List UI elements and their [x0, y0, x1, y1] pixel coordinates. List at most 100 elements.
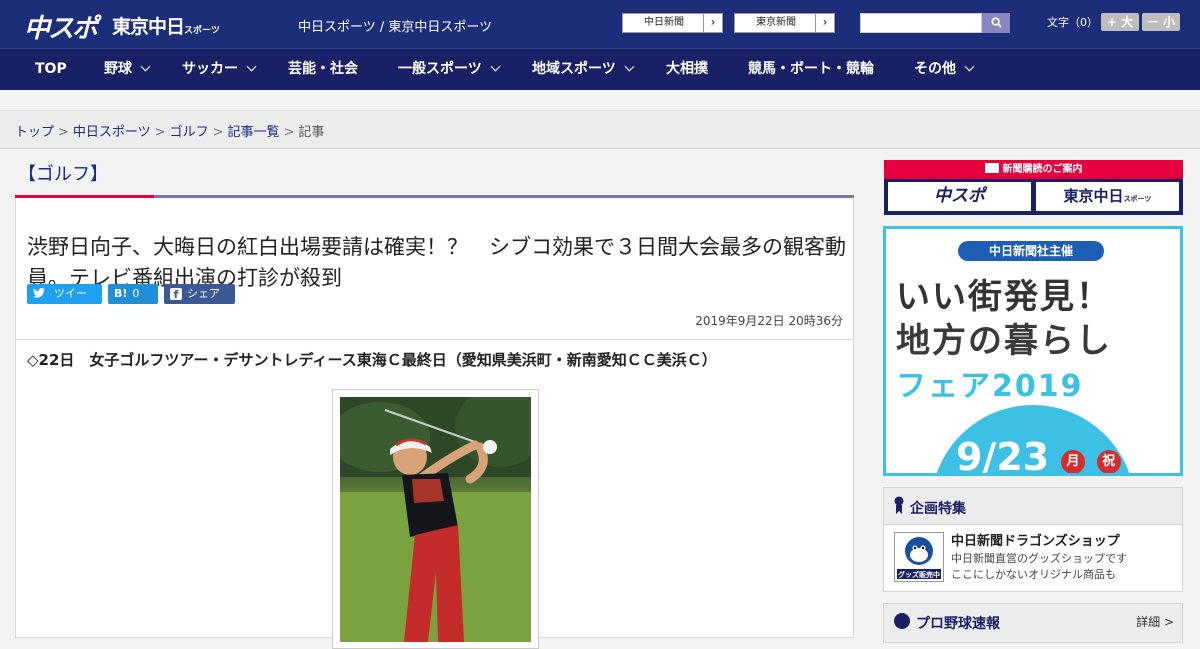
nav-item-label: 芸能・社会 — [288, 61, 358, 77]
baseball-live-title: プロ野球速報 — [916, 616, 1000, 632]
chevron-down-icon — [624, 61, 635, 72]
shop-thumb-text: グッズ販売中 — [898, 571, 940, 579]
nav-item-sumo[interactable]: 大相撲 — [666, 49, 708, 91]
fair-organizer-tag: 中日新聞社主催 — [958, 241, 1104, 261]
nav-item-label: サッカー — [182, 61, 238, 77]
main-nav: TOP 野球 サッカー 芸能・社会 一般スポーツ 地域スポーツ 大相撲 競馬・ボ… — [0, 48, 1200, 91]
nav-item-label: その他 — [914, 61, 956, 77]
breadcrumb-current: 記事 — [298, 125, 325, 140]
dragons-shop-thumbnail[interactable]: グッズ販売中 — [894, 532, 944, 582]
chevron-down-icon — [140, 61, 151, 72]
facebook-share-button[interactable]: f シェア 0 — [164, 284, 235, 320]
chevron-right-icon: › — [815, 14, 834, 32]
fair-date: 9/23 月 祝 — [956, 435, 1121, 476]
font-size-label: 文字（0） — [1047, 16, 1098, 29]
tokyo-logo-suffix: スポーツ — [184, 26, 220, 36]
search-button[interactable] — [982, 13, 1010, 33]
breadcrumb-separator: > — [154, 125, 166, 140]
tweet-button[interactable]: ツイート — [27, 284, 102, 320]
baseball-live-box: プロ野球速報 詳細 > — [883, 603, 1183, 643]
subscribe-tokyo-label: 東京中日 — [1063, 187, 1124, 205]
breadcrumb-article-list[interactable]: 記事一覧 — [228, 125, 280, 140]
breadcrumb-chunichi-sports[interactable]: 中日スポーツ — [73, 125, 151, 140]
article-category: 【ゴルフ】 — [18, 164, 108, 185]
tokyo-chunichi-logo[interactable]: 東京中日スポーツ — [112, 12, 220, 39]
article-card: 渋野日向子、大晦日の紅白出場要請は確実！？ シブコ効果で３日間大会最多の観客動員… — [15, 198, 854, 649]
tokyo-shimbun-link[interactable]: 東京新聞 › — [734, 13, 835, 33]
hatena-count: 0 — [132, 287, 140, 300]
golfer-illustration — [340, 397, 531, 642]
twitter-bird-icon — [33, 287, 49, 300]
feature-box-header: 企画特集 — [884, 488, 1182, 525]
nav-item-general-sports[interactable]: 一般スポーツ — [398, 49, 501, 91]
nav-item-entertainment[interactable]: 芸能・社会 — [288, 49, 358, 91]
nav-item-other[interactable]: その他 — [914, 49, 975, 91]
site-name: 中日スポーツ / 東京中日スポーツ — [298, 20, 493, 35]
hatena-bookmark-button[interactable]: B! 0 — [108, 284, 158, 304]
subscribe-tokyo-chunichi-button[interactable]: 東京中日スポーツ — [1036, 182, 1179, 211]
facebook-icon: f — [170, 288, 182, 301]
chevron-down-icon — [246, 61, 257, 72]
chevron-down-icon — [490, 61, 501, 72]
hatena-bookmark-icon: B! — [114, 287, 128, 300]
breadcrumb-separator: > — [58, 125, 69, 140]
shop-desc-line: ここにしかないオリジナル商品も — [951, 568, 1116, 581]
dragons-shop-title[interactable]: 中日新聞ドラゴンズショップ — [951, 530, 1120, 549]
paper-link-label: 東京新聞 — [756, 17, 796, 28]
subscription-box: 新聞購読のご案内 中スポ 東京中日スポーツ — [884, 160, 1183, 215]
nav-item-label: 地域スポーツ — [532, 61, 616, 77]
font-smaller-button[interactable]: － 小 — [1142, 13, 1180, 31]
chevron-down-icon — [964, 61, 975, 72]
newspaper-icon — [984, 163, 999, 173]
local-life-fair-banner[interactable]: 中日新聞社主催 いい街発見！ 地方の暮らし フェア2019 9/23 月 祝 — [883, 226, 1183, 476]
chunichi-shimbun-link[interactable]: 中日新聞 › — [622, 13, 723, 33]
search-icon — [990, 17, 1002, 28]
feature-box-title: 企画特集 — [910, 501, 966, 517]
nav-item-label: TOP — [35, 61, 67, 77]
subscription-header: 新聞購読のご案内 — [884, 160, 1183, 179]
chusupo-logo[interactable]: 中スポ — [24, 8, 98, 45]
breadcrumb-top[interactable]: トップ — [15, 125, 54, 140]
feature-box: 企画特集 グッズ販売中 中日新聞ドラゴンズショップ 中日新聞直営のグッズショップ… — [883, 487, 1183, 592]
tokyo-logo-text: 東京中日 — [112, 16, 185, 38]
fair-headline-3: フェア2019 — [896, 369, 1084, 404]
breadcrumb: トップ > 中日スポーツ > ゴルフ > 記事一覧 > 記事 — [15, 121, 324, 140]
nav-item-label: 一般スポーツ — [398, 61, 482, 77]
fair-date-text: 9/23 — [956, 435, 1050, 476]
article-photo[interactable] — [340, 397, 531, 642]
subscribe-tokyo-suffix: スポーツ — [1123, 195, 1152, 203]
nav-item-baseball[interactable]: 野球 — [104, 49, 151, 91]
nav-item-racing[interactable]: 競馬・ボート・競輪 — [748, 49, 874, 91]
article-date: 2019年9月22日 20時36分 — [695, 314, 843, 328]
fair-headline-2: 地方の暮らし — [896, 321, 1112, 361]
breadcrumb-bar: トップ > 中日スポーツ > ゴルフ > 記事一覧 > 記事 — [0, 111, 1200, 149]
fair-dow-2: 祝 — [1096, 450, 1121, 473]
breadcrumb-golf[interactable]: ゴルフ — [170, 125, 209, 140]
article-photo-frame — [332, 389, 539, 649]
shop-desc-line: 中日新聞直営のグッズショップです — [951, 552, 1127, 565]
fair-headline-1: いい街発見！ — [896, 277, 1112, 317]
site-header: 中スポ 東京中日スポーツ 中日スポーツ / 東京中日スポーツ 中日新聞 › 東京… — [0, 0, 1200, 48]
nav-item-label: 野球 — [104, 61, 132, 77]
fair-dow-1: 月 — [1060, 450, 1085, 473]
baseball-details-link[interactable]: 詳細 > — [1136, 613, 1174, 630]
nav-item-local-sports[interactable]: 地域スポーツ — [532, 49, 635, 91]
nav-item-top[interactable]: TOP — [35, 49, 67, 91]
nav-item-soccer[interactable]: サッカー — [182, 49, 257, 91]
divider — [16, 339, 853, 340]
font-larger-button[interactable]: + 大 — [1101, 13, 1139, 31]
chevron-right-icon: › — [703, 14, 722, 32]
breadcrumb-separator: > — [212, 125, 224, 140]
subscribe-chusupo-button[interactable]: 中スポ — [888, 182, 1031, 211]
search-input[interactable] — [860, 13, 982, 33]
dragons-shop-description: 中日新聞直営のグッズショップです ここにしかないオリジナル商品も — [951, 551, 1127, 583]
paper-link-label: 中日新聞 — [644, 17, 684, 28]
subscription-header-text: 新聞購読のご案内 — [1002, 164, 1083, 175]
article-lead: ◇22日 女子ゴルフツアー・デサントレディース東海Ｃ最終日（愛知県美浜町・新南愛… — [27, 351, 717, 369]
spacer-strip — [0, 90, 1200, 111]
nav-item-label: 競馬・ボート・競輪 — [748, 61, 874, 77]
breadcrumb-separator: > — [283, 125, 295, 140]
baseball-icon — [894, 613, 910, 629]
medal-icon — [894, 496, 904, 514]
nav-item-label: 大相撲 — [666, 61, 708, 77]
